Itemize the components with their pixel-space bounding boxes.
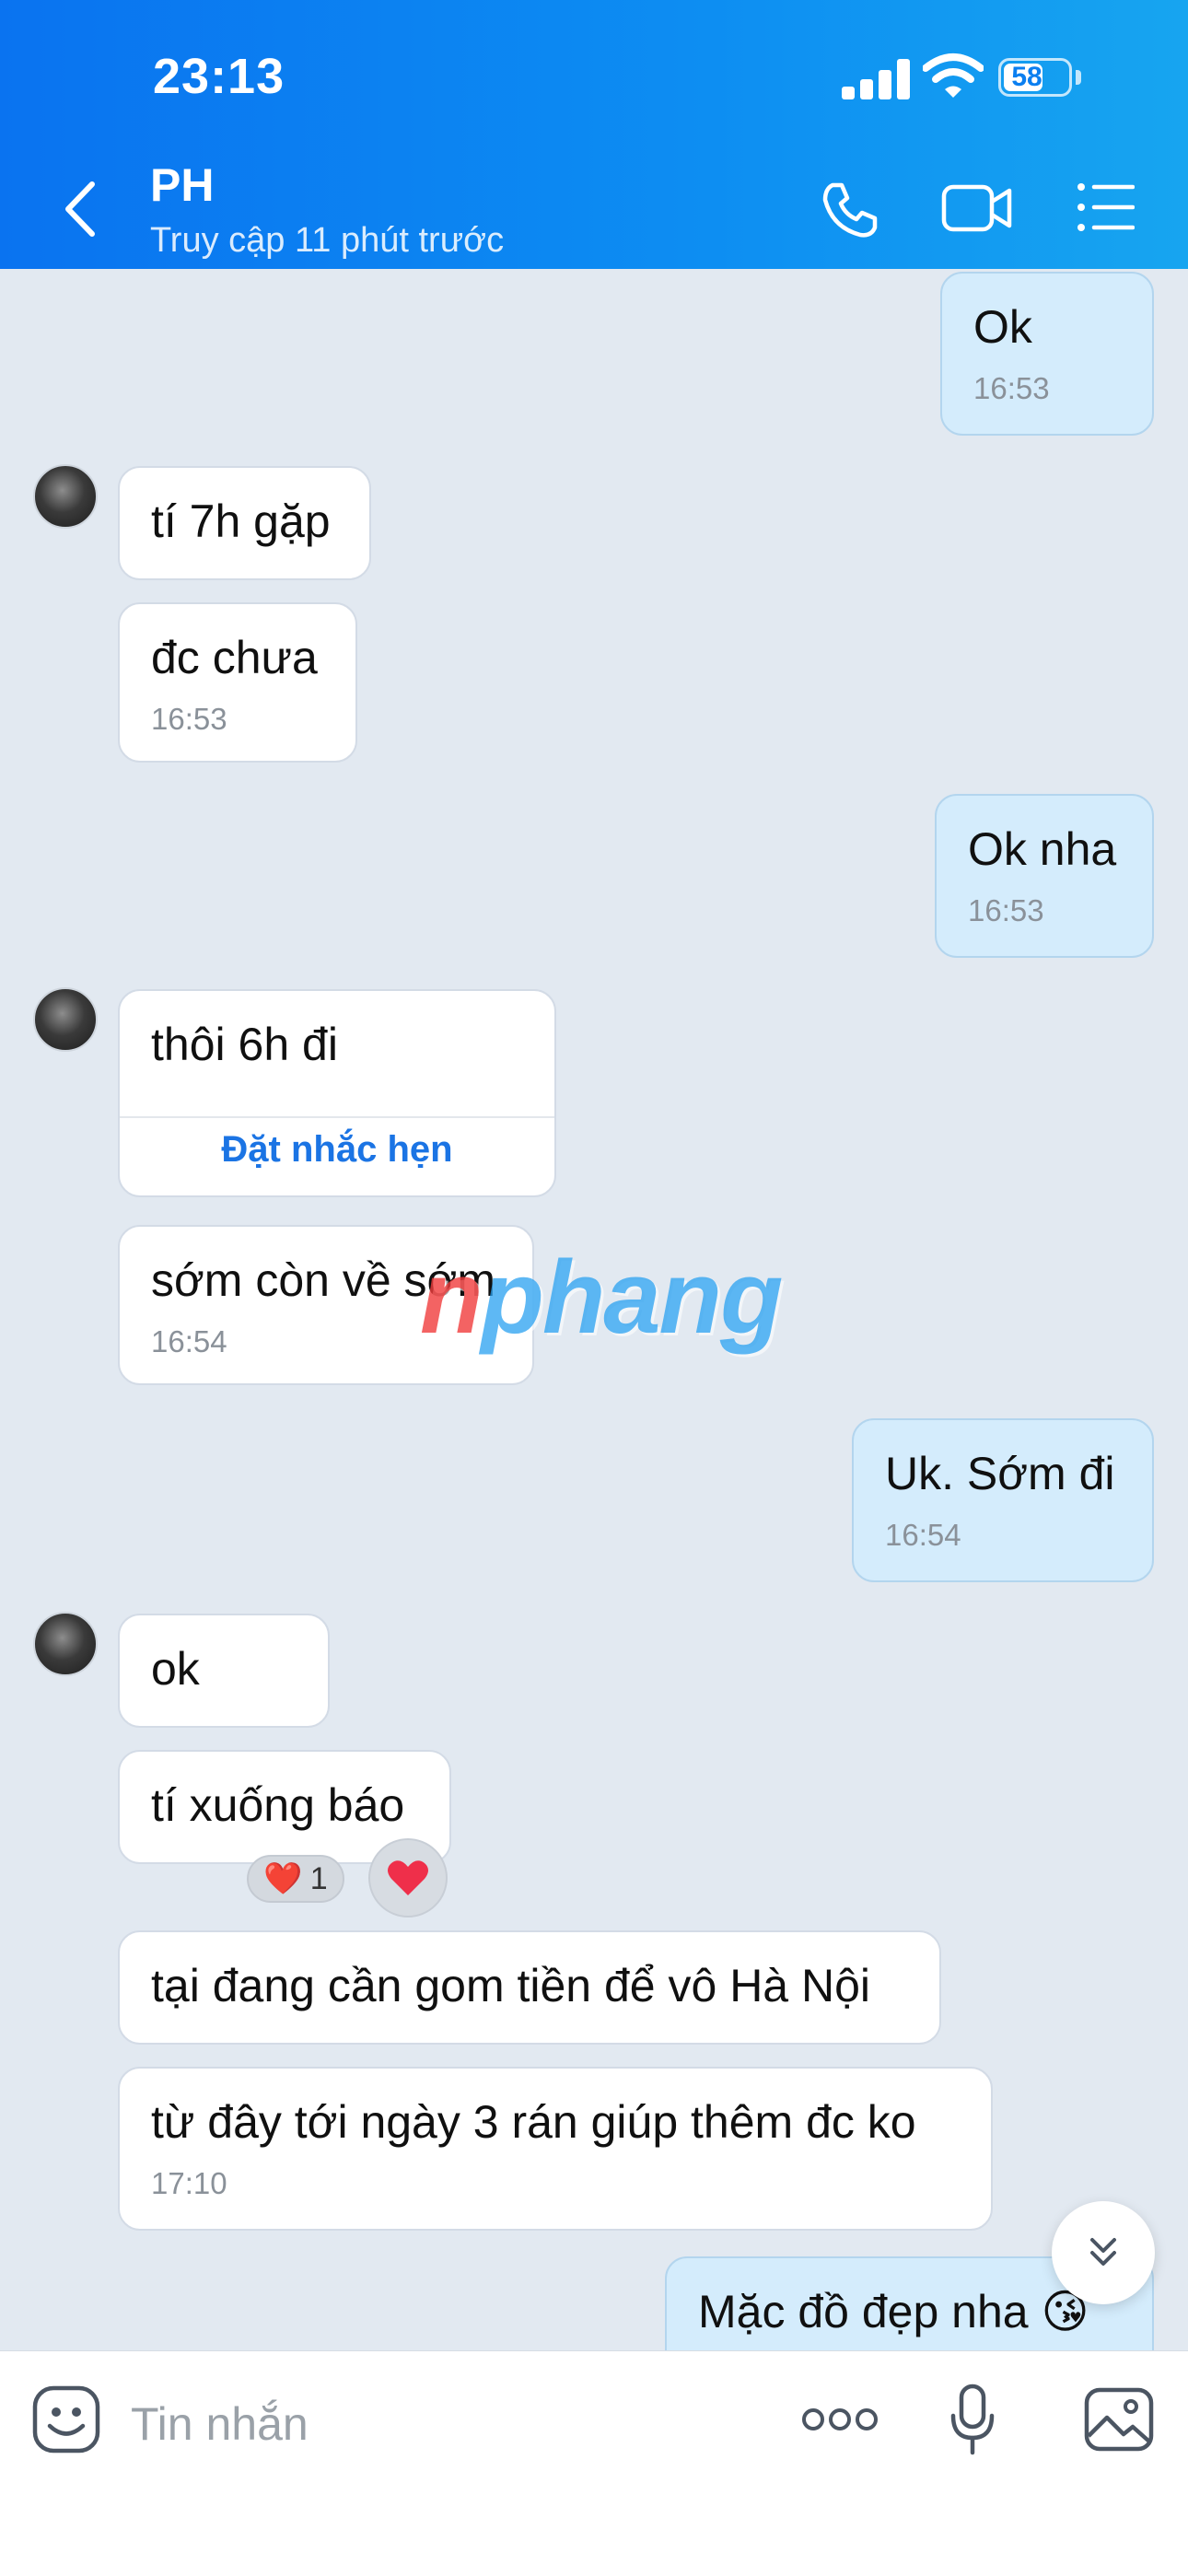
message-text: Ok nha	[968, 823, 1117, 875]
message-bubble-theirs[interactable]: đc chưa 16:53	[118, 602, 357, 763]
reaction-summary[interactable]: ❤️ 1	[247, 1855, 344, 1903]
wifi-icon	[923, 53, 984, 98]
scroll-to-bottom-button[interactable]	[1052, 2201, 1155, 2304]
status-time: 23:13	[153, 49, 285, 104]
contact-status: Truy cập 11 phút trước	[150, 221, 505, 260]
message-bubble-theirs[interactable]: ok	[118, 1614, 330, 1728]
double-chevron-down-icon	[1090, 2238, 1116, 2266]
reaction-count: 1	[309, 1860, 328, 1896]
message-text: tại đang cần gom tiền để vô Hà Nội	[151, 1960, 871, 2011]
watermark-logo: nphang	[420, 1240, 783, 1355]
message-bubble-theirs[interactable]: từ đây tới ngày 3 rán giúp thêm đc ko 17…	[118, 2067, 993, 2231]
message-composer	[0, 2350, 1188, 2576]
message-text: tí xuống báo	[151, 1779, 405, 1831]
react-heart-button[interactable]	[368, 1838, 448, 1917]
message-bubble-mine[interactable]: Ok nha 16:53	[935, 794, 1154, 958]
microphone-icon[interactable]	[949, 2383, 996, 2456]
message-time: 17:10	[151, 2166, 227, 2200]
contact-avatar[interactable]	[33, 987, 98, 1052]
message-text: đc chưa	[151, 632, 318, 683]
set-reminder-button[interactable]: Đặt nhắc hẹn	[120, 1129, 554, 1171]
battery-icon: 58	[998, 58, 1072, 97]
video-call-icon[interactable]	[941, 180, 1013, 237]
message-text: Mặc đồ đẹp nha 😘	[698, 2286, 1089, 2337]
image-gallery-icon[interactable]	[1083, 2384, 1155, 2454]
message-time: 16:53	[973, 371, 1050, 405]
message-time: 16:54	[885, 1518, 961, 1552]
message-bubble-theirs[interactable]: tại đang cần gom tiền để vô Hà Nội	[118, 1930, 941, 2045]
cellular-signal-icon	[842, 57, 912, 99]
message-bubble-theirs[interactable]: thôi 6h đi Đặt nhắc hẹn	[118, 989, 556, 1197]
message-text: từ đây tới ngày 3 rán giúp thêm đc ko	[151, 2096, 916, 2148]
phone-icon[interactable]	[820, 180, 880, 240]
message-bubble-mine[interactable]: Ok 16:53	[940, 272, 1154, 436]
heart-reaction-icon: ❤️	[263, 1861, 303, 1896]
message-text: Ok	[973, 301, 1032, 353]
message-text: ok	[151, 1643, 200, 1695]
sticker-emoji-icon[interactable]	[31, 2384, 101, 2454]
contact-name[interactable]: PH	[150, 158, 214, 212]
contact-avatar[interactable]	[33, 1612, 98, 1676]
contact-avatar[interactable]	[33, 464, 98, 529]
chat-header: 23:13 58 PH Truy cập 11 phút trước	[0, 0, 1188, 269]
bubble-divider	[120, 1116, 554, 1118]
message-bubble-theirs[interactable]: tí 7h gặp	[118, 466, 371, 580]
message-time: 16:53	[968, 893, 1044, 927]
message-time: 16:53	[151, 702, 227, 736]
battery-level: 58	[1011, 62, 1042, 92]
message-text: thôi 6h đi	[151, 1019, 338, 1070]
back-chevron-icon[interactable]	[57, 177, 103, 241]
message-bubble-mine[interactable]: Uk. Sớm đi 16:54	[852, 1418, 1154, 1582]
menu-list-icon[interactable]	[1076, 180, 1135, 235]
message-text: tí 7h gặp	[151, 495, 331, 547]
heart-icon	[388, 1860, 428, 1895]
more-dots-icon[interactable]	[801, 2403, 879, 2436]
message-text: Uk. Sớm đi	[885, 1448, 1115, 1499]
message-input[interactable]	[129, 2386, 777, 2462]
